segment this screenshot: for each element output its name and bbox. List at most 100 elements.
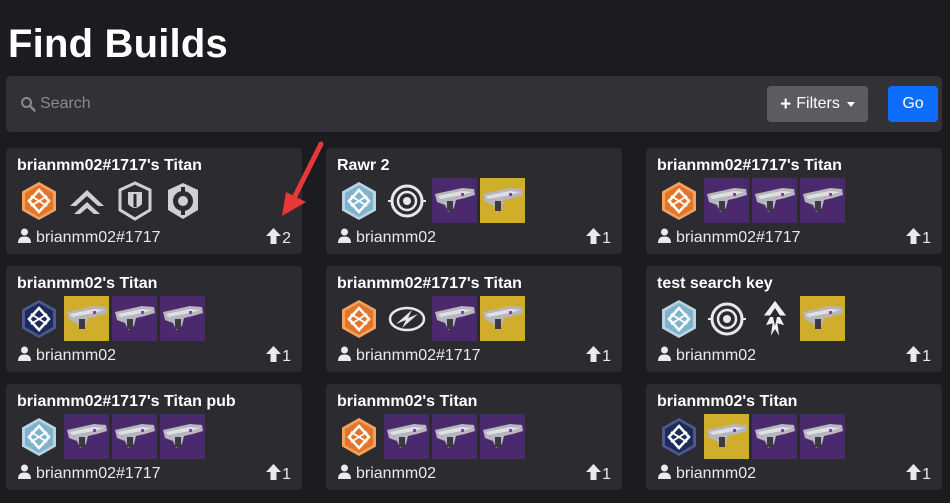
weapon-purple-icon <box>384 414 429 459</box>
filters-label: Filters <box>796 95 840 112</box>
user-icon <box>657 346 672 366</box>
build-card[interactable]: brianmm02's Titan brianmm02 1 <box>6 266 302 372</box>
build-icons <box>336 178 525 223</box>
build-icons <box>16 414 205 459</box>
author-name: brianmm02 <box>676 465 757 482</box>
search-icon <box>20 96 36 112</box>
build-card[interactable]: brianmm02's Titan brianmm02 1 <box>646 384 942 490</box>
class-void-icon <box>16 296 61 341</box>
author-name: brianmm02#1717 <box>36 229 161 246</box>
gear-aspect-icon <box>160 178 205 223</box>
class-void-icon <box>656 414 701 459</box>
class-arc-icon <box>16 414 61 459</box>
user-icon <box>17 346 32 366</box>
build-card[interactable]: brianmm02#1717's Titan brianmm02#1717 1 <box>326 266 622 372</box>
build-title: test search key <box>657 275 773 292</box>
upvote-arrow-icon[interactable] <box>906 228 922 249</box>
build-votes: 1 <box>586 464 611 485</box>
weapon-purple-icon <box>112 296 157 341</box>
weapon-purple-icon <box>704 178 749 223</box>
vote-count: 1 <box>602 465 611 483</box>
build-icons <box>336 414 525 459</box>
upvote-arrow-icon[interactable] <box>906 464 922 485</box>
build-icons <box>656 414 845 459</box>
build-title: brianmm02#1717's Titan <box>337 275 522 292</box>
vote-count: 1 <box>282 347 291 365</box>
upvote-arrow-icon[interactable] <box>586 346 602 367</box>
build-card[interactable]: brianmm02's Titan brianmm02 1 <box>326 384 622 490</box>
go-button[interactable]: Go <box>888 86 938 122</box>
build-icons <box>16 178 205 223</box>
upvote-arrow-icon[interactable] <box>266 228 282 249</box>
build-votes: 1 <box>906 228 931 249</box>
upvote-arrow-icon[interactable] <box>586 228 602 249</box>
vote-count: 2 <box>282 229 291 247</box>
upvote-arrow-icon[interactable] <box>266 464 282 485</box>
weapon-purple-icon <box>432 178 477 223</box>
build-title: Rawr 2 <box>337 157 390 174</box>
vote-count: 1 <box>922 347 931 365</box>
weapon-purple-icon <box>64 414 109 459</box>
vote-count: 1 <box>602 229 611 247</box>
fireball-aspect-icon <box>752 296 797 341</box>
weapon-gold-icon <box>480 178 525 223</box>
annotation-arrow-icon <box>282 141 324 216</box>
vote-count: 1 <box>922 465 931 483</box>
build-icons <box>656 178 845 223</box>
weapon-purple-icon <box>432 296 477 341</box>
build-card[interactable]: brianmm02#1717's Titan pub brianmm02#171… <box>6 384 302 490</box>
weapon-purple-icon <box>800 414 845 459</box>
build-author: brianmm02 <box>17 346 116 366</box>
build-votes: 1 <box>266 346 291 367</box>
build-votes: 1 <box>906 464 931 485</box>
page-title: Find Builds <box>8 22 228 66</box>
weapon-gold-icon <box>64 296 109 341</box>
build-author: brianmm02#1717 <box>17 228 161 248</box>
user-icon <box>337 346 352 366</box>
filters-button[interactable]: + Filters <box>767 86 868 122</box>
ring-aspect-icon <box>704 296 749 341</box>
caret-down-icon <box>846 101 855 107</box>
weapon-purple-icon <box>800 178 845 223</box>
build-title: brianmm02's Titan <box>657 393 798 410</box>
author-name: brianmm02#1717 <box>356 347 481 364</box>
build-title: brianmm02's Titan <box>17 275 158 292</box>
upvote-arrow-icon[interactable] <box>266 346 282 367</box>
build-votes: 1 <box>586 346 611 367</box>
author-name: brianmm02#1717 <box>676 229 801 246</box>
author-name: brianmm02 <box>676 347 757 364</box>
vote-count: 1 <box>602 347 611 365</box>
build-author: brianmm02#1717 <box>337 346 481 366</box>
weapon-gold-icon <box>800 296 845 341</box>
author-name: brianmm02 <box>36 347 117 364</box>
class-solar-icon <box>336 414 381 459</box>
class-solar-icon <box>656 178 701 223</box>
build-icons <box>16 296 205 341</box>
weapon-gold-icon <box>704 414 749 459</box>
vote-count: 1 <box>282 465 291 483</box>
author-name: brianmm02 <box>356 465 437 482</box>
user-icon <box>17 228 32 248</box>
class-solar-icon <box>336 296 381 341</box>
build-title: brianmm02's Titan <box>337 393 478 410</box>
search-input[interactable] <box>40 92 740 116</box>
user-icon <box>17 464 32 484</box>
weapon-purple-icon <box>112 414 157 459</box>
build-card[interactable]: test search key brianmm02 1 <box>646 266 942 372</box>
upvote-arrow-icon[interactable] <box>906 346 922 367</box>
build-card[interactable]: Rawr 2 brianmm02 1 <box>326 148 622 254</box>
build-icons <box>336 296 525 341</box>
vote-count: 1 <box>922 229 931 247</box>
weapon-gold-icon <box>480 296 525 341</box>
build-card[interactable]: brianmm02#1717's Titan brianmm02#1717 2 <box>6 148 302 254</box>
build-votes: 1 <box>266 464 291 485</box>
build-votes: 1 <box>906 346 931 367</box>
build-title: brianmm02#1717's Titan pub <box>17 393 236 410</box>
class-arc-icon <box>656 296 701 341</box>
weapon-purple-icon <box>160 296 205 341</box>
build-author: brianmm02#1717 <box>17 464 161 484</box>
build-card[interactable]: brianmm02#1717's Titan brianmm02#1717 1 <box>646 148 942 254</box>
user-icon <box>657 464 672 484</box>
armor-ornament-icon <box>64 178 109 223</box>
upvote-arrow-icon[interactable] <box>586 464 602 485</box>
